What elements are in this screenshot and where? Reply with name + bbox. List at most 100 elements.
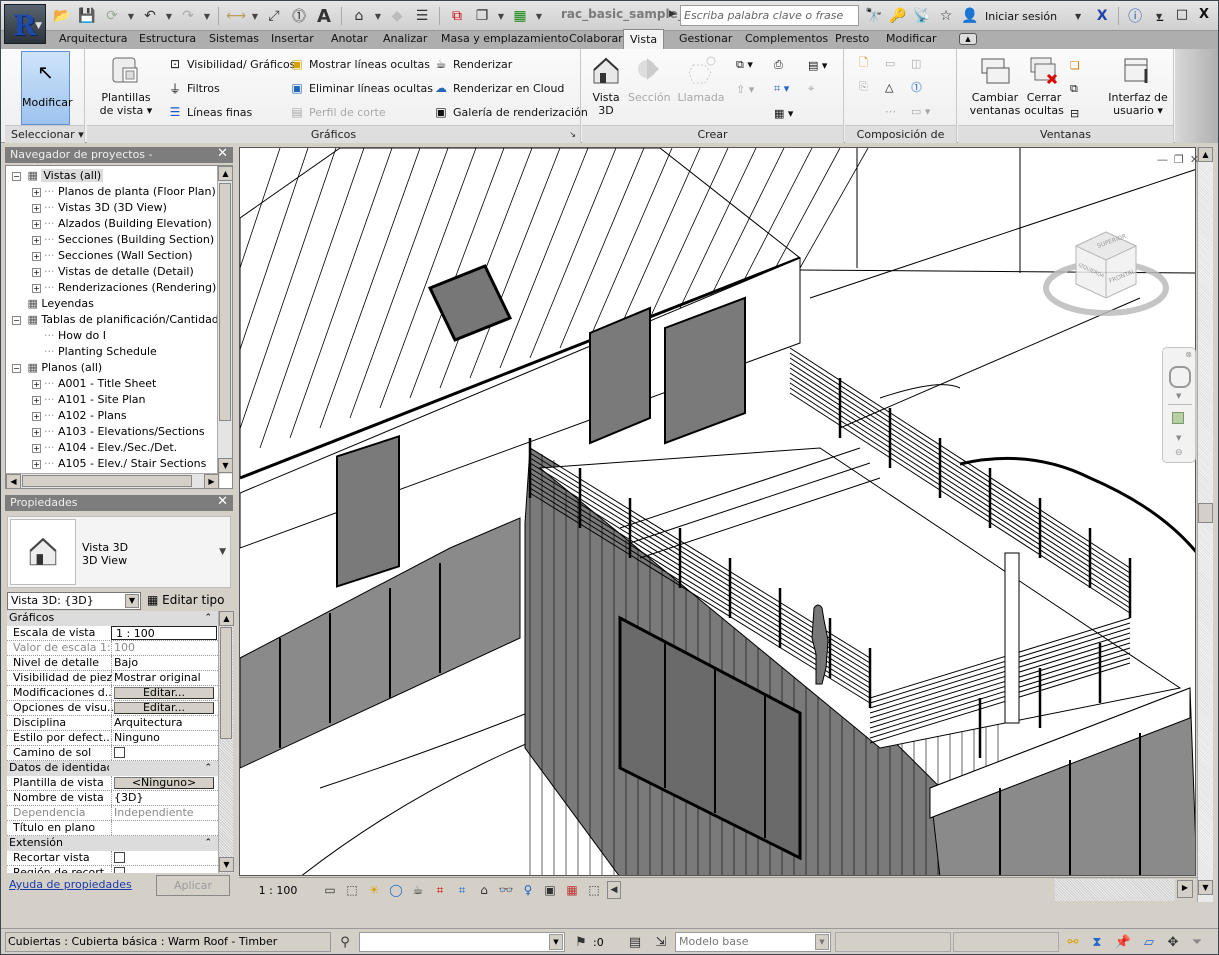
- close-icon[interactable]: ✕: [217, 147, 228, 161]
- navbar-options-icon[interactable]: ⊖: [1175, 448, 1183, 458]
- tab-gestionar[interactable]: Gestionar: [679, 31, 732, 49]
- scroll-up-icon[interactable]: ▲: [219, 611, 234, 626]
- tile-button[interactable]: ⊟: [1070, 103, 1079, 123]
- zoom-region-icon[interactable]: [1172, 412, 1184, 424]
- thin-lines-button[interactable]: ☰ Líneas finas: [167, 102, 253, 122]
- collapse-chevron-icon[interactable]: ⌃: [204, 611, 212, 625]
- select-underlay-icon[interactable]: ⧗: [1087, 932, 1107, 952]
- dialog-launcher-icon[interactable]: ↘: [569, 126, 576, 143]
- property-value-input[interactable]: 1 : 100: [111, 626, 217, 640]
- property-checkbox[interactable]: [114, 852, 125, 863]
- scroll-thumb[interactable]: [220, 627, 232, 739]
- tab-masa-y-emplazamiento[interactable]: Masa y emplazamiento: [441, 31, 569, 49]
- browser-item[interactable]: + ··· Vistas 3D (3D View): [32, 200, 167, 216]
- browser-item[interactable]: + ··· Secciones (Wall Section): [32, 248, 193, 264]
- scroll-thumb[interactable]: [219, 183, 231, 421]
- replicate-button[interactable]: ❏: [1070, 55, 1080, 75]
- scroll-up-icon[interactable]: ▲: [1198, 147, 1213, 162]
- sign-in-link[interactable]: Iniciar sesión: [985, 10, 1057, 23]
- expand-icon[interactable]: +: [32, 219, 41, 229]
- viewports-button[interactable]: ▭ ▾: [911, 101, 930, 121]
- visibility-graphics-button[interactable]: ⊡ Visibilidad/ Gráficos: [167, 54, 295, 74]
- scroll-up-icon[interactable]: ▲: [218, 166, 232, 181]
- render-gallery-button[interactable]: ▣ Galería de renderización: [433, 102, 588, 122]
- detail-level-icon[interactable]: ▭: [321, 881, 339, 899]
- highlight-displacement-icon[interactable]: ⬚: [585, 881, 603, 899]
- reveal-hidden-icon[interactable]: ♀: [519, 881, 537, 899]
- redo-icon[interactable]: ↷: [177, 6, 199, 26]
- scroll-right-icon[interactable]: ▶: [1177, 880, 1193, 898]
- user-icon[interactable]: 👤: [959, 6, 981, 26]
- browser-item[interactable]: + ··· A001 - Title Sheet: [32, 376, 156, 392]
- properties-help-link[interactable]: Ayuda de propiedades: [9, 878, 132, 891]
- browser-item[interactable]: + ··· Alzados (Building Elevation): [32, 216, 212, 232]
- instance-filter-dropdown[interactable]: Vista 3D: {3D} ▼: [7, 592, 141, 610]
- elevation-button[interactable]: ⇧ ▾: [736, 79, 754, 99]
- collapse-icon[interactable]: −: [12, 315, 21, 325]
- exclude-options-icon[interactable]: ⇲: [651, 932, 671, 952]
- cut-profile-button[interactable]: ▤ Perfil de corte: [289, 102, 385, 122]
- expand-icon[interactable]: +: [32, 283, 41, 293]
- tab-anotar[interactable]: Anotar: [331, 31, 368, 49]
- temporary-hide-icon[interactable]: 👓: [497, 881, 515, 899]
- application-menu-button[interactable]: R ▼: [4, 4, 46, 44]
- property-value[interactable]: Arquitectura: [111, 716, 217, 730]
- filters-button[interactable]: ⏚ Filtros: [167, 78, 220, 98]
- properties-scrollbar[interactable]: ▲ ▼: [218, 611, 234, 873]
- minimize-ribbon-icon[interactable]: ▲: [959, 33, 977, 45]
- close-view-icon[interactable]: ✕: [1190, 153, 1199, 166]
- browser-item[interactable]: − ▦ Vistas (all): [12, 168, 104, 184]
- browser-item[interactable]: − ▦ Planos (all): [12, 360, 102, 376]
- help-icon[interactable]: ⓘ: [1124, 6, 1146, 26]
- property-checkbox[interactable]: [114, 867, 125, 873]
- modify-button[interactable]: ↖ Modificar: [21, 51, 73, 125]
- exchange-icon[interactable]: X: [1091, 6, 1113, 26]
- select-panel-dropdown[interactable]: Seleccionar ▾: [5, 125, 84, 143]
- collapse-icon[interactable]: −: [12, 363, 21, 373]
- open-icon[interactable]: 📂: [51, 6, 73, 26]
- cascade-button[interactable]: ⧉: [1070, 79, 1078, 99]
- scroll-down-icon[interactable]: ▼: [219, 857, 234, 872]
- browser-item[interactable]: ··· How do I: [32, 328, 106, 344]
- customize-qat-icon[interactable]: ▼: [534, 6, 544, 26]
- view-templates-button[interactable]: Plantillas de vista ▾: [93, 55, 159, 117]
- tab-estructura[interactable]: Estructura: [139, 31, 196, 49]
- view-scale[interactable]: 1 : 100: [239, 884, 317, 897]
- collapse-icon[interactable]: −: [12, 171, 21, 181]
- select-pinned-icon[interactable]: 📌: [1113, 932, 1133, 952]
- browser-item[interactable]: + ··· Renderizaciones (Rendering): [32, 280, 216, 296]
- key-icon[interactable]: 🔑: [887, 6, 909, 26]
- callout-button[interactable]: Llamada: [674, 55, 728, 104]
- browser-item[interactable]: ▦ Leyendas: [12, 296, 93, 312]
- show-hidden-lines-button[interactable]: ▣ Mostrar líneas ocultas: [289, 54, 430, 74]
- steering-wheel-dropdown[interactable]: ▼: [1176, 392, 1181, 400]
- scroll-thumb[interactable]: [1198, 503, 1213, 523]
- browser-item[interactable]: + ··· A101 - Site Plan: [32, 392, 146, 408]
- select-links-icon[interactable]: ⚯: [1063, 932, 1083, 952]
- select-by-face-icon[interactable]: ▱: [1139, 932, 1159, 952]
- browser-item[interactable]: + ··· A104 - Elev./Sec./Det.: [32, 440, 177, 456]
- editing-requests-icon[interactable]: ⚑: [571, 932, 591, 952]
- collapse-bar-icon[interactable]: ◀: [607, 881, 621, 899]
- worksets-icon[interactable]: ⚲: [335, 932, 355, 952]
- aligned-dimension-icon[interactable]: ⤢: [263, 6, 285, 26]
- view-reference-button[interactable]: ⋯: [885, 101, 896, 121]
- browser-item[interactable]: ··· Planting Schedule: [32, 344, 157, 360]
- switch-windows-dropdown[interactable]: ▼: [496, 6, 506, 26]
- shadows-icon[interactable]: ◯: [387, 881, 405, 899]
- zoom-dropdown[interactable]: ▼: [1176, 434, 1181, 442]
- 3d-view-icon[interactable]: ⌂: [348, 6, 370, 26]
- user-interface-button[interactable]: Interfaz de usuario ▾: [1106, 55, 1170, 117]
- scope-box-button[interactable]: ⌗ ▾: [774, 79, 789, 99]
- scroll-right-icon[interactable]: ▶: [204, 474, 219, 488]
- tab-complementos[interactable]: Complementos: [745, 31, 828, 49]
- sync-icon[interactable]: ⟳: [101, 6, 123, 26]
- collapse-chevron-icon[interactable]: ⌃: [204, 761, 212, 775]
- switch-windows-button[interactable]: Cambiar ventanas: [968, 55, 1022, 117]
- measure-dropdown[interactable]: ▼: [250, 6, 260, 26]
- close-navbar-icon[interactable]: ⊗: [1185, 350, 1192, 359]
- tab-presto[interactable]: Presto: [835, 31, 869, 49]
- 3d-view-dropdown[interactable]: ▼: [373, 6, 383, 26]
- star-icon[interactable]: ☆: [935, 6, 957, 26]
- scroll-down-icon[interactable]: ▼: [218, 458, 232, 473]
